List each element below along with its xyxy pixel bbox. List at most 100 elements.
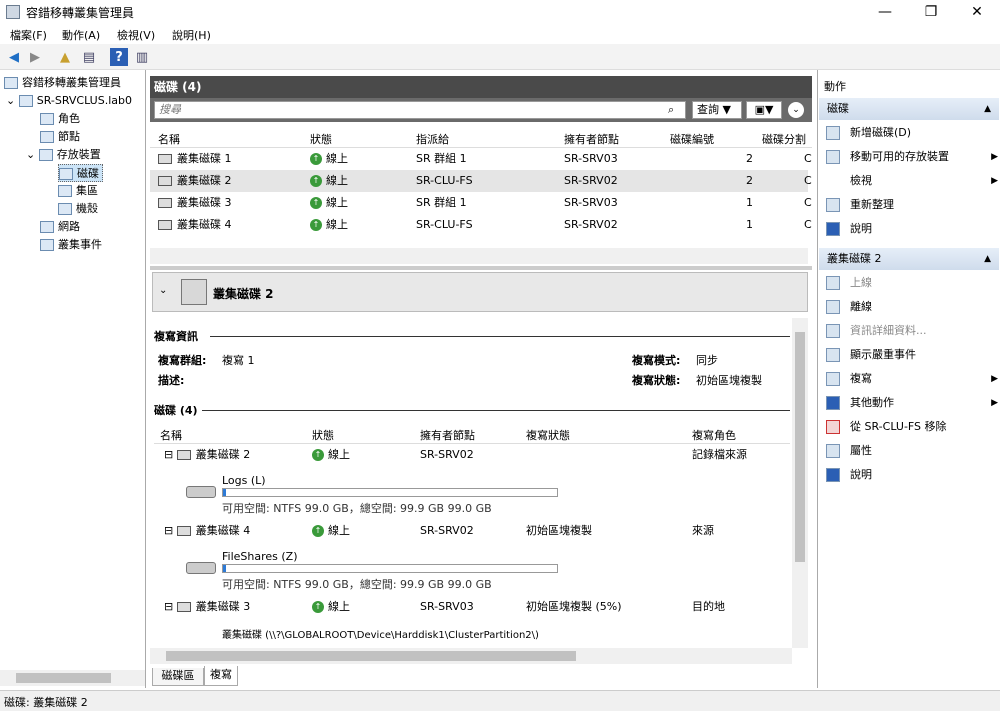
- close-button[interactable]: ✕: [954, 0, 1000, 24]
- maximize-button[interactable]: ❐: [908, 0, 954, 24]
- rrow-name: 叢集磁碟 3: [195, 600, 251, 613]
- action-properties[interactable]: 屬性: [826, 440, 872, 462]
- replication-row[interactable]: ⊟ 叢集磁碟 4 ↑ 線上 SR-SRV02 初始區塊複製 來源: [164, 520, 790, 542]
- action-view[interactable]: 檢視 ▶: [826, 170, 998, 192]
- disk-icon: [158, 154, 172, 164]
- action-offline[interactable]: 離線: [826, 296, 872, 318]
- table-row[interactable]: 叢集磁碟 4 ↑ 線上 SR-CLU-FS SR-SRV02 1 C: [150, 214, 812, 236]
- actions-group-cluster-disk[interactable]: 叢集磁碟 2 ▲: [819, 248, 999, 270]
- menu-view[interactable]: 檢視(V): [117, 27, 155, 43]
- tree-horizontal-scrollbar[interactable]: [0, 670, 145, 686]
- rcol-rep-role[interactable]: 複寫角色: [692, 427, 736, 443]
- splitter[interactable]: [150, 266, 812, 270]
- tree-item-pools[interactable]: 集區: [58, 182, 98, 200]
- show-hide-action-icon[interactable]: ▥: [133, 48, 151, 66]
- tree-item-enclosures[interactable]: 機殼: [58, 200, 98, 218]
- grid-horizontal-scrollbar[interactable]: [150, 248, 808, 264]
- tree-item-roles[interactable]: 角色: [40, 110, 80, 128]
- action-help-2[interactable]: 說明: [826, 464, 872, 486]
- rcol-owner[interactable]: 擁有者節點: [420, 427, 475, 443]
- col-assigned[interactable]: 指派給: [416, 131, 449, 147]
- table-row-selected[interactable]: 叢集磁碟 2 ↑ 線上 SR-CLU-FS SR-SRV02 2 C: [150, 170, 812, 192]
- col-disk-number[interactable]: 磁碟編號: [670, 131, 714, 147]
- detail-horizontal-scrollbar[interactable]: [150, 648, 792, 664]
- cluster-manager-icon: [4, 77, 18, 89]
- replication-row[interactable]: ⊟ 叢集磁碟 3 ↑ 線上 SR-SRV03 初始區塊複製 (5%) 目的地: [164, 596, 790, 618]
- col-status[interactable]: 狀態: [310, 131, 332, 147]
- back-icon[interactable]: ◀: [5, 48, 23, 66]
- action-more-actions[interactable]: 其他動作 ▶: [826, 392, 998, 414]
- action-critical-events[interactable]: 顯示嚴重事件: [826, 344, 916, 366]
- enclosures-icon: [58, 203, 72, 215]
- tree-item-storage[interactable]: ⌄ 存放裝置: [26, 146, 101, 164]
- cluster-icon: [18, 95, 33, 107]
- tree-item-enclosures-label: 機殼: [76, 202, 98, 215]
- minimize-button[interactable]: —: [862, 0, 908, 24]
- row-disk-number: 1: [746, 196, 753, 209]
- action-help-2-label: 說明: [850, 468, 872, 481]
- tree-item-disks-label: 磁碟: [77, 167, 99, 180]
- events-icon: [40, 239, 54, 251]
- rcol-name[interactable]: 名稱: [160, 427, 182, 443]
- tree-scroll-thumb[interactable]: [16, 673, 111, 683]
- col-owner[interactable]: 擁有者節點: [564, 131, 619, 147]
- action-move-storage[interactable]: 移動可用的存放裝置 ▶: [826, 146, 998, 168]
- action-replication-label: 複寫: [850, 372, 872, 385]
- tree-item-nodes-label: 節點: [58, 130, 80, 143]
- up-folder-icon[interactable]: ▲: [56, 48, 74, 66]
- volume-usage-bar: [222, 564, 558, 573]
- action-properties-label: 屬性: [850, 444, 872, 457]
- tree-item-disks[interactable]: 磁碟: [58, 164, 103, 182]
- tree-item-networks[interactable]: 網路: [40, 218, 80, 236]
- menu-file[interactable]: 檔案(F): [10, 27, 47, 43]
- online-icon: ↑: [312, 449, 324, 461]
- window-title: 容錯移轉叢集管理員: [26, 6, 135, 20]
- rcol-rep-state[interactable]: 複寫狀態: [526, 427, 570, 443]
- action-add-disk[interactable]: 新增磁碟(D): [826, 122, 911, 144]
- collapse-up-icon: ▲: [984, 104, 991, 114]
- tree-item-nodes[interactable]: 節點: [40, 128, 80, 146]
- forward-icon[interactable]: ▶: [26, 48, 44, 66]
- tree-cluster[interactable]: ⌄ SR-SRVCLUS.lab0: [6, 92, 132, 110]
- tab-volumes[interactable]: 磁碟區: [152, 668, 204, 686]
- tab-replication[interactable]: 複寫: [204, 666, 238, 686]
- rrow-status: 線上: [328, 600, 350, 613]
- col-partition[interactable]: 磁碟分割: [762, 131, 806, 147]
- row-name: 叢集磁碟 1: [177, 152, 232, 165]
- row-partition: C: [804, 152, 812, 165]
- disk-icon: [158, 176, 172, 186]
- disks-panel-title: 磁碟 (4): [150, 76, 812, 98]
- action-refresh[interactable]: 重新整理: [826, 194, 894, 216]
- detail-scroll-thumb[interactable]: [795, 332, 805, 562]
- detail-vertical-scrollbar[interactable]: [792, 318, 808, 648]
- action-help[interactable]: 說明: [826, 218, 872, 240]
- rcol-status[interactable]: 狀態: [312, 427, 334, 443]
- help-icon[interactable]: ?: [110, 48, 128, 66]
- search-icon[interactable]: ⌕: [668, 103, 674, 117]
- collapse-icon[interactable]: ⌄: [788, 102, 804, 118]
- save-query-button[interactable]: ▣▼: [746, 101, 782, 119]
- action-remove[interactable]: 從 SR-CLU-FS 移除: [826, 416, 947, 438]
- replication-row[interactable]: ⊟ 叢集磁碟 2 ↑ 線上 SR-SRV02 記錄檔來源: [164, 444, 790, 466]
- menu-action[interactable]: 動作(A): [62, 27, 100, 43]
- show-hide-tree-icon[interactable]: ▤: [80, 48, 98, 66]
- search-input[interactable]: [154, 101, 686, 119]
- query-button[interactable]: 查詢 ▼: [692, 101, 742, 119]
- actions-group-disks[interactable]: 磁碟 ▲: [819, 98, 999, 120]
- detail-title: 叢集磁碟 2: [213, 287, 274, 301]
- action-add-disk-label: 新增磁碟(D): [850, 126, 912, 139]
- collapse-chevron-icon[interactable]: ⌄: [159, 285, 167, 296]
- tree-root[interactable]: 容錯移轉叢集管理員: [4, 74, 121, 92]
- disks-icon: [59, 168, 73, 180]
- col-name[interactable]: 名稱: [158, 131, 180, 147]
- critical-events-icon: [826, 348, 840, 362]
- move-storage-icon: [826, 150, 840, 164]
- tree-item-events[interactable]: 叢集事件: [40, 236, 102, 254]
- menu-help[interactable]: 說明(H): [172, 27, 211, 43]
- action-online[interactable]: 上線: [826, 272, 872, 294]
- table-row[interactable]: 叢集磁碟 3 ↑ 線上 SR 群組 1 SR-SRV03 1 C: [150, 192, 812, 214]
- action-replication[interactable]: 複寫 ▶: [826, 368, 998, 390]
- detail-hscroll-thumb[interactable]: [166, 651, 576, 661]
- action-info-details[interactable]: 資訊詳細資料...: [826, 320, 927, 342]
- table-row[interactable]: 叢集磁碟 1 ↑ 線上 SR 群組 1 SR-SRV03 2 C: [150, 148, 812, 170]
